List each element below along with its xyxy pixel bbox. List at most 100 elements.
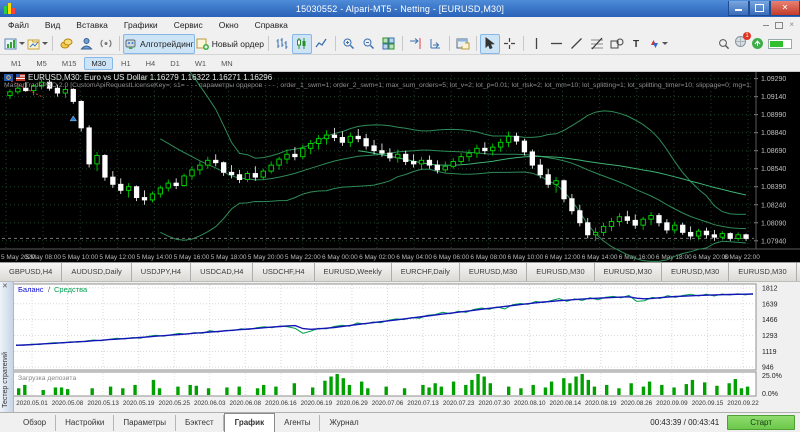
signal-icon: [99, 37, 113, 50]
chart-tab-4[interactable]: USDCHF,H4: [253, 263, 314, 281]
svg-text:6 May 00:00: 6 May 00:00: [322, 254, 358, 261]
text-icon: T: [631, 37, 642, 50]
timeframe-h1[interactable]: H1: [114, 57, 138, 70]
chart-tab-1[interactable]: AUDUSD,Daily: [62, 263, 131, 281]
svg-text:5 May 14:00: 5 May 14:00: [137, 254, 173, 261]
timeframe-m5[interactable]: M5: [29, 57, 53, 70]
timeframe-d1[interactable]: D1: [163, 57, 187, 70]
tester-tab-бэктест[interactable]: Бэктест: [176, 415, 224, 431]
chart-tab-0[interactable]: GBPUSD,H4: [0, 263, 62, 281]
close-button[interactable]: ✕: [770, 1, 800, 16]
menu-item-2[interactable]: Вставка: [68, 18, 116, 33]
mdi-close-icon[interactable]: ×: [789, 21, 794, 29]
menu-item-5[interactable]: Окно: [211, 18, 247, 33]
tester-tab-журнал[interactable]: Журнал: [320, 415, 367, 431]
chart-tab-6[interactable]: EURCHF,Daily: [392, 263, 460, 281]
cursor-button[interactable]: [480, 34, 500, 54]
algotrading-button[interactable]: Алготрейдинг: [123, 34, 195, 54]
chart-tab-10[interactable]: EURUSD,M30: [662, 263, 729, 281]
menu-item-6[interactable]: Справка: [247, 18, 296, 33]
chart-tab-7[interactable]: EURUSD,M30: [460, 263, 527, 281]
new-order-button[interactable]: Новый ордер: [195, 34, 265, 54]
tester-tab-настройки[interactable]: Настройки: [56, 415, 114, 431]
chart-tab-3[interactable]: USDCAD,H4: [191, 263, 253, 281]
horizontal-line-button[interactable]: [547, 34, 567, 54]
menu-item-3[interactable]: Графики: [116, 18, 166, 33]
shapes-button[interactable]: [607, 34, 627, 54]
svg-text:2020.05.25: 2020.05.25: [158, 400, 190, 407]
zoom-in-button[interactable]: [339, 34, 359, 54]
tester-side-strip[interactable]: ✕ Тестер стратегий: [0, 282, 14, 412]
chart-tab-2[interactable]: USDJPY,H4: [132, 263, 191, 281]
community-button[interactable]: [76, 34, 96, 54]
new-order-icon: [196, 37, 209, 50]
chart-tab-8[interactable]: EURUSD,M30: [527, 263, 594, 281]
chart-shift-button[interactable]: [426, 34, 446, 54]
bars-chart-button[interactable]: [272, 34, 292, 54]
templates-button[interactable]: [453, 34, 473, 54]
mdi-restore-icon[interactable]: [775, 22, 783, 29]
arrows-dropdown[interactable]: [662, 42, 668, 45]
svg-text:1.09140: 1.09140: [761, 94, 786, 101]
notifications-button[interactable]: 1: [734, 35, 747, 53]
shapes-icon: [610, 37, 624, 50]
chart-tab-5[interactable]: EURUSD,Weekly: [315, 263, 392, 281]
candles-chart-button[interactable]: [292, 34, 312, 54]
tester-tab-график[interactable]: График: [224, 413, 276, 432]
price-chart[interactable]: EURUSD,M30: Euro vs US Dollar 1.16279 1.…: [0, 72, 800, 262]
menu-item-4[interactable]: Сервис: [166, 18, 211, 33]
title-bar[interactable]: 15030552 - Alpari-MT5 - Netting - [EURUS…: [0, 0, 800, 17]
trendline-button[interactable]: [567, 34, 587, 54]
tester-tab-параметры[interactable]: Параметры: [114, 415, 176, 431]
svg-text:1.08840: 1.08840: [761, 130, 786, 137]
timeframe-h4[interactable]: H4: [139, 57, 163, 70]
svg-text:2020.08.14: 2020.08.14: [549, 400, 581, 407]
chart-tab-11[interactable]: EURUSD,M30: [729, 263, 796, 281]
timeframe-m1[interactable]: M1: [4, 57, 28, 70]
svg-text:2020.07.13: 2020.07.13: [407, 400, 439, 407]
svg-text:2020.06.19: 2020.06.19: [301, 400, 333, 407]
signals-button[interactable]: [96, 34, 116, 54]
minimize-button[interactable]: [728, 1, 749, 16]
window-title: 15030552 - Alpari-MT5 - Netting - [EURUS…: [0, 4, 800, 14]
tester-graph-canvas[interactable]: 2020.05.012020.05.082020.05.132020.05.19…: [0, 282, 800, 412]
tile-windows-button[interactable]: [379, 34, 399, 54]
menu-item-0[interactable]: Файл: [0, 18, 37, 33]
menu-item-1[interactable]: Вид: [37, 18, 68, 33]
timeframe-w1[interactable]: W1: [188, 57, 213, 70]
svg-text:1639: 1639: [762, 301, 778, 308]
candlestick-canvas[interactable]: 5 May 20205 May 08:005 May 10:005 May 12…: [0, 72, 800, 262]
tester-close-icon[interactable]: ✕: [2, 283, 8, 291]
payments-button[interactable]: [56, 34, 76, 54]
start-button[interactable]: Старт: [727, 415, 795, 430]
mdi-minimize-icon[interactable]: [763, 25, 769, 26]
cursor-icon: [484, 37, 495, 50]
vertical-line-icon: [532, 37, 541, 50]
chart-tab-12[interactable]: EURUSD,M30: [797, 263, 800, 281]
search-icon[interactable]: [718, 38, 730, 50]
vertical-line-button[interactable]: [527, 34, 547, 54]
arrows-button[interactable]: [647, 34, 669, 54]
svg-text:1.08090: 1.08090: [761, 220, 786, 227]
timeframe-m30[interactable]: M30: [84, 57, 113, 70]
new-chart-dropdown[interactable]: [19, 42, 25, 45]
tester-tab-обзор[interactable]: Обзор: [14, 415, 56, 431]
timeframe-m15[interactable]: M15: [55, 57, 84, 70]
mql5-level-icon[interactable]: [751, 37, 764, 50]
fibonacci-button[interactable]: [587, 34, 607, 54]
restore-button[interactable]: [749, 1, 770, 16]
profiles-dropdown[interactable]: [42, 42, 48, 45]
crosshair-button[interactable]: [500, 34, 520, 54]
zoom-out-button[interactable]: [359, 34, 379, 54]
tester-tab-агенты[interactable]: Агенты: [275, 415, 320, 431]
svg-text:6 May 02:00: 6 May 02:00: [359, 254, 395, 261]
svg-text:2020.05.13: 2020.05.13: [87, 400, 119, 407]
chart-tab-9[interactable]: EURUSD,M30: [595, 263, 662, 281]
line-chart-button[interactable]: [312, 34, 332, 54]
profiles-button[interactable]: [26, 34, 49, 54]
new-chart-button[interactable]: [3, 34, 26, 54]
text-button[interactable]: T: [627, 34, 647, 54]
svg-text:6 May 04:00: 6 May 04:00: [396, 254, 432, 261]
auto-scroll-button[interactable]: [406, 34, 426, 54]
timeframe-mn[interactable]: MN: [214, 57, 240, 70]
